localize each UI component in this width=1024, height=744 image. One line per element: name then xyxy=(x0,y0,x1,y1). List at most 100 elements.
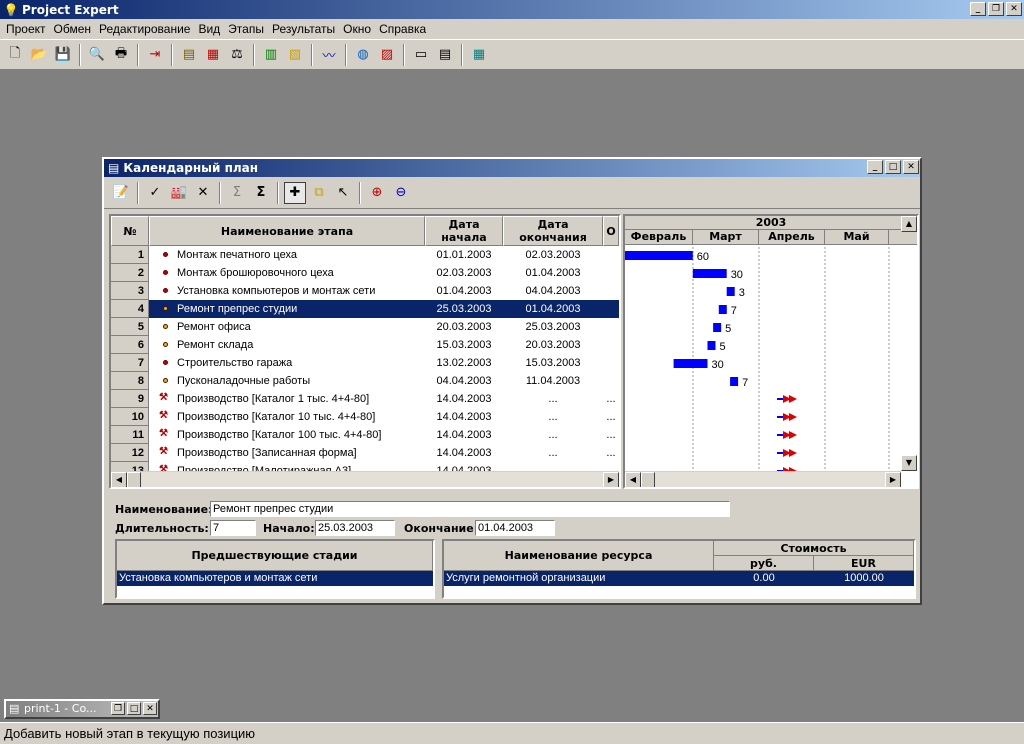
stage-name-cell[interactable]: ⚒ Производство [Каталог 1 тыс. 4+4-80] xyxy=(149,390,425,408)
row-number[interactable]: 10 xyxy=(111,408,149,426)
restore-button[interactable]: ❐ xyxy=(988,2,1004,16)
cashflow-icon[interactable]: ▦ xyxy=(202,44,224,66)
row-number[interactable]: 9 xyxy=(111,390,149,408)
panel-icon[interactable]: ▭ xyxy=(410,44,432,66)
line-chart-icon[interactable]: 〰 xyxy=(318,44,340,66)
delete-icon[interactable]: ✕ xyxy=(192,182,214,204)
o-cell[interactable]: ... xyxy=(603,426,619,444)
calendar-maximize-button[interactable]: □ xyxy=(885,160,901,174)
row-number[interactable]: 1 xyxy=(111,246,149,264)
stage-name-cell[interactable]: ⚒ Производство [Каталог 100 тыс. 4+4-80] xyxy=(149,426,425,444)
row-number[interactable]: 7 xyxy=(111,354,149,372)
bar-chart-icon[interactable]: ▥ xyxy=(260,44,282,66)
stage-name-cell[interactable]: ⚒ Производство [Каталог 10 тыс. 4+4-80] xyxy=(149,408,425,426)
end-date-cell[interactable]: 02.03.2003 xyxy=(503,246,603,264)
start-field[interactable]: 25.03.2003 xyxy=(315,520,395,536)
end-date-cell[interactable]: 01.04.2003 xyxy=(503,300,603,318)
col-o-header[interactable]: О xyxy=(603,216,619,246)
start-date-cell[interactable]: 13.02.2003 xyxy=(425,354,503,372)
print-preview-icon[interactable]: 🔍 xyxy=(86,44,108,66)
calendar-minimize-button[interactable]: _ xyxy=(867,160,883,174)
pred-row[interactable]: Установка компьютеров и монтаж сети xyxy=(117,571,433,586)
zoom-out-icon[interactable]: ⊖ xyxy=(390,182,412,204)
table-row[interactable]: 1 Монтаж печатного цеха 01.01.2003 02.03.20… xyxy=(111,246,619,264)
res-row-eur[interactable]: 1000.00 xyxy=(814,571,914,586)
col-end-header[interactable]: Дата окончания xyxy=(503,216,603,246)
o-cell[interactable]: ... xyxy=(603,390,619,408)
table-row[interactable]: 9 ⚒ Производство [Каталог 1 тыс. 4+4-80] 14… xyxy=(111,390,619,408)
menu-view[interactable]: Вид xyxy=(194,22,224,36)
menu-stages[interactable]: Этапы xyxy=(224,22,268,36)
exit-icon[interactable]: ⇥ xyxy=(144,44,166,66)
menu-project[interactable]: Проект xyxy=(2,22,50,36)
end-date-cell[interactable]: 01.04.2003 xyxy=(503,264,603,282)
start-date-cell[interactable]: 14.04.2003 xyxy=(425,390,503,408)
end-date-cell[interactable]: 25.03.2003 xyxy=(503,318,603,336)
pointer-icon[interactable]: ↖ xyxy=(332,182,354,204)
start-date-cell[interactable]: 25.03.2003 xyxy=(425,300,503,318)
print-icon[interactable]: 🖶 xyxy=(110,44,132,66)
row-number[interactable]: 8 xyxy=(111,372,149,390)
o-cell[interactable] xyxy=(603,300,619,318)
stage-name-cell[interactable]: Монтаж брошюровочного цеха xyxy=(149,264,425,282)
add-stage-icon[interactable]: ✚ xyxy=(284,181,306,204)
close-button[interactable]: ✕ xyxy=(1006,2,1022,16)
col-name-header[interactable]: Наименование этапа xyxy=(149,216,425,246)
link-stages-icon[interactable]: ⧉ xyxy=(308,182,330,204)
table-row[interactable]: 4 Ремонт препрес студии 25.03.2003 01.04.20… xyxy=(111,300,619,318)
start-date-cell[interactable]: 14.04.2003 xyxy=(425,408,503,426)
table-row[interactable]: 5 Ремонт офиса 20.03.2003 25.03.2003 xyxy=(111,318,619,336)
start-date-cell[interactable]: 14.04.2003 xyxy=(425,444,503,462)
o-cell[interactable]: ... xyxy=(603,408,619,426)
end-date-cell[interactable]: 04.04.2003 xyxy=(503,282,603,300)
start-date-cell[interactable]: 04.04.2003 xyxy=(425,372,503,390)
balance-icon[interactable]: ⚖ xyxy=(226,44,248,66)
notes-icon[interactable]: ▤ xyxy=(434,44,456,66)
table-row[interactable]: 2 Монтаж брошюровочного цеха 02.03.2003 01.… xyxy=(111,264,619,282)
stage-name-cell[interactable]: Установка компьютеров и монтаж сети xyxy=(149,282,425,300)
end-field[interactable]: 01.04.2003 xyxy=(475,520,555,536)
o-cell[interactable] xyxy=(603,372,619,390)
document-chart-icon[interactable]: ▨ xyxy=(376,44,398,66)
scroll-thumb[interactable] xyxy=(127,472,141,487)
gantt-bar[interactable] xyxy=(718,305,727,314)
start-date-cell[interactable]: 15.03.2003 xyxy=(425,336,503,354)
table-row[interactable]: 3 Установка компьютеров и монтаж сети 01.0… xyxy=(111,282,619,300)
sum-in-icon[interactable]: Σ xyxy=(226,182,248,204)
gantt-bar[interactable] xyxy=(730,377,739,386)
stage-name-cell[interactable]: Ремонт склада xyxy=(149,336,425,354)
name-field[interactable]: Ремонт препрес студии xyxy=(210,501,730,517)
min-maximize-button[interactable]: □ xyxy=(127,702,141,715)
gantt-hscroll[interactable]: ◀ ▶ xyxy=(625,471,901,487)
scroll-left-arrow-icon[interactable]: ◀ xyxy=(111,472,127,487)
gantt-bar[interactable] xyxy=(673,359,708,368)
end-date-cell[interactable]: ... xyxy=(503,444,603,462)
open-folder-icon[interactable]: 📂 xyxy=(28,44,50,66)
end-date-cell[interactable]: ... xyxy=(503,408,603,426)
end-date-cell[interactable]: 11.04.2003 xyxy=(503,372,603,390)
o-cell[interactable] xyxy=(603,318,619,336)
o-cell[interactable] xyxy=(603,354,619,372)
start-date-cell[interactable]: 02.03.2003 xyxy=(425,264,503,282)
row-number[interactable]: 3 xyxy=(111,282,149,300)
gantt-bar[interactable] xyxy=(726,287,735,296)
o-cell[interactable] xyxy=(603,246,619,264)
stage-name-cell[interactable]: ⚒ Производство [Записанная форма] xyxy=(149,444,425,462)
gantt-scroll-right-icon[interactable]: ▶ xyxy=(885,472,901,487)
properties-icon[interactable]: 📝 xyxy=(110,182,132,204)
stage-name-cell[interactable]: Ремонт офиса xyxy=(149,318,425,336)
scroll-right-arrow-icon[interactable]: ▶ xyxy=(603,472,619,487)
stage-name-cell[interactable]: Ремонт препрес студии xyxy=(149,300,425,318)
stage-name-cell[interactable]: Монтаж печатного цеха xyxy=(149,246,425,264)
o-cell[interactable]: ... xyxy=(603,444,619,462)
zoom-in-icon[interactable]: ⊕ xyxy=(366,182,388,204)
res-row-name[interactable]: Услуги ремонтной организации xyxy=(444,571,714,586)
table-row[interactable]: 10 ⚒ Производство [Каталог 10 тыс. 4+4-80]… xyxy=(111,408,619,426)
end-date-cell[interactable]: 20.03.2003 xyxy=(503,336,603,354)
report-icon[interactable]: ▧ xyxy=(284,44,306,66)
end-date-cell[interactable]: ... xyxy=(503,390,603,408)
res-row-rub[interactable]: 0.00 xyxy=(714,571,814,586)
table-row[interactable]: 6 Ремонт склада 15.03.2003 20.03.2003 xyxy=(111,336,619,354)
ledger-icon[interactable]: ▤ xyxy=(178,44,200,66)
duration-field[interactable]: 7 xyxy=(210,520,256,536)
